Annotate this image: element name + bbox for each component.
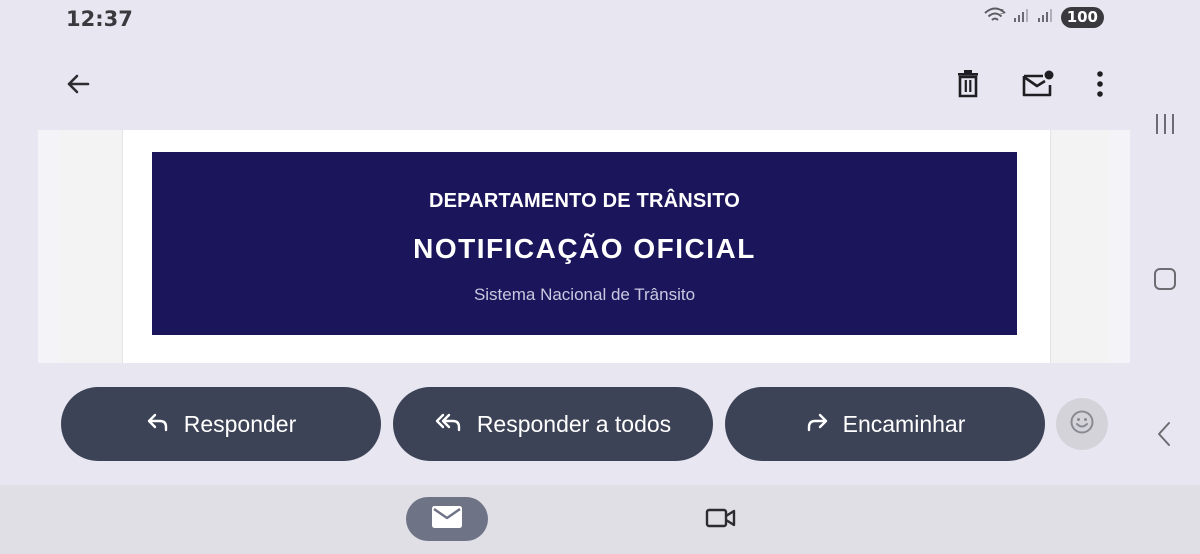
reply-icon <box>146 411 170 438</box>
more-options-icon[interactable] <box>1080 64 1120 104</box>
reply-label: Responder <box>183 410 297 437</box>
wifi-icon: 5 <box>983 6 1007 29</box>
gmail-screen: 12:37 5 100 DEPARTAMENTO DE TRÂNSITO NOT… <box>0 0 1200 554</box>
bottom-navigation <box>0 485 1200 554</box>
video-camera-icon <box>705 506 737 535</box>
email-header-banner: DEPARTAMENTO DE TRÂNSITO NOTIFICAÇÃO OFI… <box>152 152 1017 335</box>
status-time: 12:37 <box>66 7 133 31</box>
status-icons: 5 100 <box>983 6 1104 29</box>
mail-icon <box>431 505 463 534</box>
reply-all-icon <box>435 411 463 438</box>
signal-icon-2 <box>1037 7 1055 28</box>
smiley-icon <box>1069 409 1095 440</box>
reply-all-label: Responder a todos <box>476 410 672 437</box>
back-arrow-icon[interactable] <box>58 64 98 104</box>
emoji-reaction-button[interactable] <box>1056 398 1108 450</box>
battery-indicator: 100 <box>1060 7 1104 28</box>
forward-icon <box>805 411 829 438</box>
delete-trash-icon[interactable] <box>948 64 988 104</box>
mark-unread-icon[interactable] <box>1018 64 1058 104</box>
meet-tab[interactable] <box>700 500 742 540</box>
mail-tab[interactable] <box>406 497 488 541</box>
reply-all-button[interactable]: Responder a todos <box>393 387 713 461</box>
forward-label: Encaminhar <box>842 410 966 437</box>
system-back-icon[interactable] <box>1145 416 1185 452</box>
email-margin-right <box>1049 130 1110 363</box>
forward-button[interactable]: Encaminhar <box>725 387 1045 461</box>
recent-apps-icon[interactable] <box>1145 106 1185 142</box>
banner-department: DEPARTAMENTO DE TRÂNSITO <box>428 190 741 212</box>
banner-subtitle: Sistema Nacional de Trânsito <box>473 285 696 304</box>
banner-title: NOTIFICAÇÃO OFICIAL <box>413 233 756 264</box>
email-margin-left <box>60 130 122 363</box>
home-icon[interactable] <box>1145 261 1185 297</box>
svg-text:5: 5 <box>1000 8 1004 16</box>
signal-icon <box>1013 7 1031 28</box>
reply-button[interactable]: Responder <box>61 387 381 461</box>
